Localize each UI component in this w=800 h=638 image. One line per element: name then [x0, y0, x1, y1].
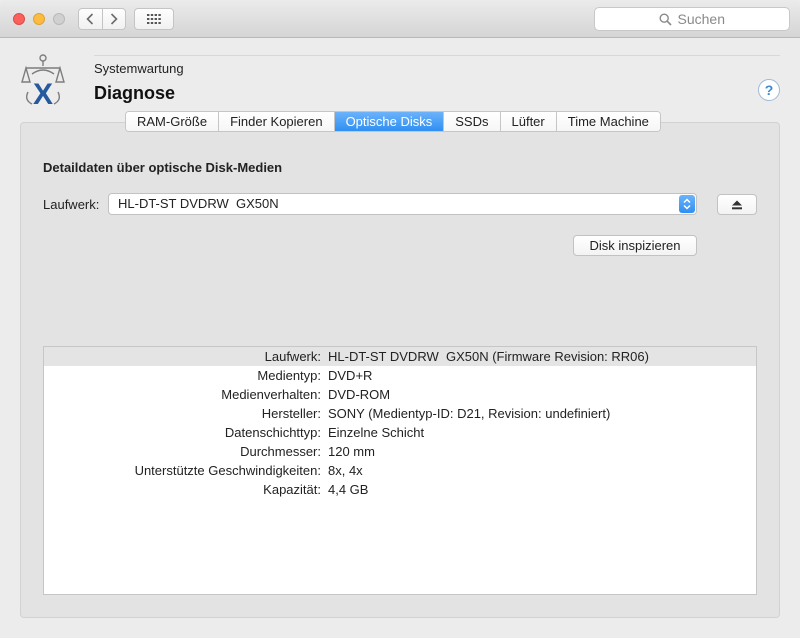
detail-value: SONY (Medientyp-ID: D21, Revision: undef… — [328, 406, 611, 421]
detail-row: Medientyp: DVD+R — [44, 366, 756, 385]
minimize-window-button[interactable] — [33, 13, 45, 25]
detail-row: Kapazität: 4,4 GB — [44, 480, 756, 499]
inspect-disk-button[interactable]: Disk inspizieren — [573, 235, 697, 256]
chevron-right-icon[interactable] — [101, 9, 126, 29]
detail-key: Medienverhalten: — [221, 387, 321, 402]
section-title: Detaildaten über optische Disk-Medien — [43, 160, 283, 175]
detail-value: 8x, 4x — [328, 463, 363, 478]
show-all-grid-button[interactable] — [134, 8, 174, 30]
eject-button[interactable] — [717, 194, 757, 215]
detail-key: Unterstützte Geschwindigkeiten: — [134, 463, 321, 478]
title-bar — [0, 0, 800, 38]
eject-icon — [732, 200, 742, 209]
detail-key: Durchmesser: — [240, 444, 321, 459]
tab-optische-disks[interactable]: Optische Disks — [333, 112, 444, 131]
header-divider — [94, 55, 780, 56]
tab-finder-kopieren[interactable]: Finder Kopieren — [218, 112, 334, 131]
detail-key: Kapazität: — [263, 482, 321, 497]
detail-value: 120 mm — [328, 444, 375, 459]
detail-key: Medientyp: — [257, 368, 321, 383]
drive-select[interactable]: HL-DT-ST DVDRW GX50N — [108, 193, 697, 215]
detail-key: Laufwerk: — [264, 349, 321, 364]
app-logo-icon: X — [21, 54, 65, 108]
close-window-button[interactable] — [13, 13, 25, 25]
detail-value: HL-DT-ST DVDRW GX50N (Firmware Revision:… — [328, 349, 649, 364]
page-title: Diagnose — [94, 83, 176, 103]
detail-value: 4,4 GB — [328, 482, 369, 497]
app-window: X Systemwartung Diagnose ? RAM-Größe Fin… — [0, 0, 800, 638]
grid-icon — [147, 14, 161, 24]
detail-key: Datenschichttyp: — [224, 425, 321, 440]
detail-key: Hersteller: — [261, 406, 321, 421]
drive-select-value: HL-DT-ST DVDRW GX50N — [118, 196, 279, 211]
navigation-segment — [78, 8, 126, 30]
detail-row: Laufwerk: HL-DT-ST DVDRW GX50N (Firmware… — [44, 347, 756, 366]
zoom-window-button[interactable] — [53, 13, 65, 25]
details-list: Laufwerk: HL-DT-ST DVDRW GX50N (Firmware… — [43, 346, 757, 595]
tab-luefter[interactable]: Lüfter — [499, 112, 556, 131]
drive-label: Laufwerk: — [43, 197, 100, 212]
updown-arrows-icon — [679, 195, 695, 213]
tab-ssds[interactable]: SSDs — [443, 112, 500, 131]
tab-time-machine[interactable]: Time Machine — [555, 112, 660, 131]
tab-bar: RAM-Größe Finder Kopieren Optische Disks… — [125, 111, 661, 132]
help-button[interactable]: ? — [758, 79, 780, 101]
detail-value: Einzelne Schicht — [328, 425, 425, 440]
detail-row: Durchmesser: 120 mm — [44, 442, 756, 461]
search-icon — [658, 12, 672, 26]
svg-text:X: X — [33, 78, 53, 108]
detail-row: Medienverhalten: DVD-ROM — [44, 385, 756, 404]
detail-row: Hersteller: SONY (Medientyp-ID: D21, Rev… — [44, 404, 756, 423]
page-subtitle: Systemwartung — [94, 61, 184, 76]
detail-value: DVD+R — [328, 368, 373, 383]
detail-value: DVD-ROM — [328, 387, 391, 402]
search-input[interactable] — [677, 11, 726, 27]
search-field[interactable] — [594, 7, 790, 31]
detail-row: Datenschichttyp: Einzelne Schicht — [44, 423, 756, 442]
detail-row: Unterstützte Geschwindigkeiten: 8x, 4x — [44, 461, 756, 480]
tab-ram-groesse[interactable]: RAM-Größe — [126, 112, 219, 131]
chevron-left-icon[interactable] — [79, 9, 102, 29]
